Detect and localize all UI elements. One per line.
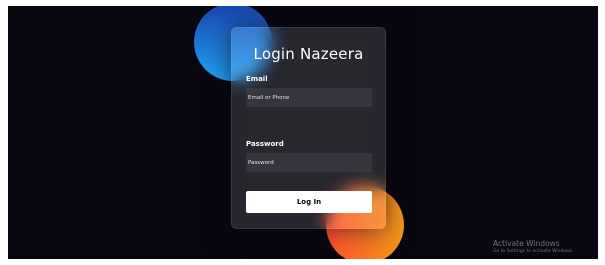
password-label: Password (246, 140, 284, 148)
login-title: Login Nazeera (253, 45, 364, 63)
login-screen: Login Nazeera Email Password Log In Acti… (8, 6, 598, 259)
login-form: Login Nazeera Email Password Log In (231, 27, 386, 229)
email-label: Email (246, 75, 268, 83)
watermark-subtitle: Go to Settings to activate Windows. (493, 249, 574, 254)
login-button[interactable]: Log In (246, 191, 372, 213)
password-field[interactable] (246, 153, 372, 172)
email-field[interactable] (246, 88, 372, 107)
watermark-title: Activate Windows (493, 239, 560, 248)
activate-windows-watermark: Activate Windows Go to Settings to activ… (493, 239, 574, 255)
